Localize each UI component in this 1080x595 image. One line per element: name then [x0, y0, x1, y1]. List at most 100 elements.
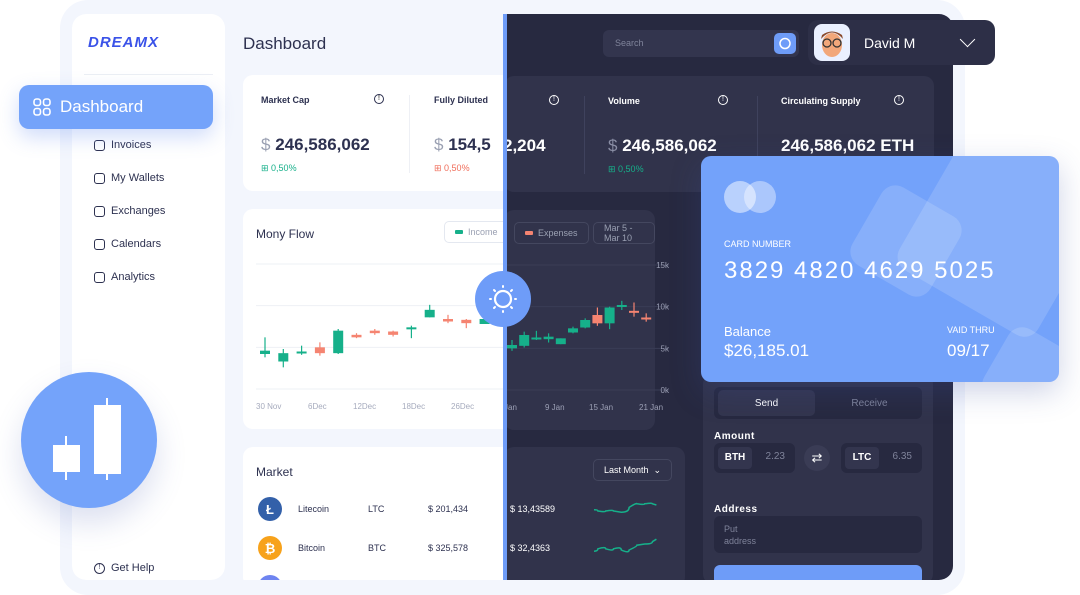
- candle-body: [519, 335, 530, 346]
- market-title: Market: [256, 465, 293, 479]
- expenses-swatch: [525, 231, 533, 235]
- valid-thru-label: VAID THRU: [947, 325, 995, 335]
- info-icon[interactable]: !: [718, 95, 728, 105]
- candle-body: [351, 334, 362, 338]
- sidebar-item-invoices[interactable]: Invoices: [94, 139, 151, 151]
- amount-label: Amount: [714, 431, 755, 442]
- balance-value: $26,185.01: [724, 341, 810, 360]
- sun-icon: [489, 285, 517, 313]
- candle-body: [296, 351, 307, 354]
- get-help-link[interactable]: ! Get Help: [94, 562, 154, 574]
- date-range-label: Mar 5 - Mar 10: [604, 223, 633, 243]
- market-row[interactable]: ₿ Bitcoin BTC $ 325,578: [258, 536, 468, 560]
- legend-expenses-button[interactable]: Expenses: [514, 222, 589, 244]
- sidebar-item-my-wallets[interactable]: My Wallets: [94, 172, 164, 184]
- stat-label: Volume: [608, 96, 640, 106]
- candle-body: [278, 353, 289, 362]
- sidebar-divider: [84, 74, 213, 75]
- candle-body: [333, 330, 344, 354]
- coin-volume: $ 32,4363: [510, 543, 551, 553]
- ethereum-icon: [258, 575, 282, 580]
- search-input[interactable]: Search: [603, 30, 799, 57]
- ticket-icon: [94, 271, 105, 283]
- sidebar-item-exchanges[interactable]: Exchanges: [94, 205, 165, 217]
- coin-price: $ 325,578: [428, 543, 469, 553]
- candle-body: [580, 320, 591, 328]
- candle-body: [543, 336, 554, 340]
- currency-symbol: $: [608, 136, 618, 155]
- candle-body: [314, 347, 325, 354]
- date-range-button[interactable]: Mar 5 - Mar 10: [593, 222, 655, 244]
- tab-receive[interactable]: Receive: [821, 390, 918, 416]
- send-submit-button[interactable]: [714, 565, 922, 580]
- legend-label: Expenses: [538, 228, 578, 238]
- sidebar-item-label: Calendars: [111, 238, 162, 250]
- income-swatch: [455, 230, 463, 234]
- candlestick-icon: [53, 398, 121, 480]
- coin-name: Litecoin: [298, 504, 330, 514]
- coin-volume: $ 13,43589: [510, 504, 556, 514]
- sparkline-litecoin: [593, 502, 657, 513]
- credit-card[interactable]: CARD NUMBER 3829 4820 4629 5025 Balance …: [701, 156, 1059, 382]
- stat-value: 246,586,062 ETH: [781, 136, 915, 155]
- info-icon[interactable]: !: [374, 94, 384, 104]
- chevron-down-icon[interactable]: [959, 31, 976, 48]
- swap-icon[interactable]: ⇄: [804, 445, 830, 471]
- search-icon: [779, 37, 791, 50]
- candle-body: [260, 350, 270, 354]
- from-amount-input[interactable]: BTH 2.23: [714, 443, 795, 473]
- sidebar-item-label: Exchanges: [111, 205, 166, 217]
- bitcoin-icon: ₿: [258, 536, 282, 560]
- tab-send[interactable]: Send: [718, 390, 815, 416]
- search-button[interactable]: [774, 33, 796, 54]
- coin-price: $ 201,434: [428, 504, 469, 514]
- candle-body: [604, 307, 615, 324]
- transfer-card: Send Receive Amount BTH 2.23 ⇄ LTC 6.35 Ad…: [703, 374, 933, 580]
- stat-number: 154,5: [448, 135, 491, 154]
- coin-symbol: LTC: [368, 504, 385, 514]
- candle-body: [461, 319, 472, 324]
- sidebar-item-label: My Wallets: [111, 172, 165, 184]
- stat-change: ⊞ 0,50%: [608, 164, 644, 174]
- valid-thru-value: 09/17: [947, 341, 990, 360]
- currency-code: BTH: [718, 447, 752, 469]
- sidebar-item-label: Invoices: [111, 139, 152, 151]
- money-flow-chart-dark: Jan 9 Jan 15 Jan 21 Jan15k10k5k0k: [504, 261, 670, 412]
- address-input[interactable]: Put address: [714, 516, 922, 553]
- logo: DREAMX: [88, 34, 160, 51]
- market-row[interactable]: Ł Litecoin LTC $ 201,434: [258, 497, 468, 521]
- candle-body: [424, 309, 435, 318]
- sidebar-item-calendars[interactable]: Calendars: [94, 238, 161, 250]
- address-label: Address: [714, 504, 758, 515]
- period-dropdown[interactable]: Last Month ⌄: [593, 459, 673, 481]
- address-placeholder: Put address: [724, 524, 757, 546]
- card-brand-icon: [724, 181, 776, 213]
- coin-name: Bitcoin: [298, 543, 326, 553]
- candle-body: [443, 319, 453, 322]
- stat-market-cap: Market Cap ! $ 246,586,062 ⊞ 0,50%: [243, 75, 403, 191]
- market-card: Market Ł Litecoin LTC $ 201,434 ₿ Bitcoi…: [243, 447, 504, 580]
- sidebar-item-dashboard[interactable]: Dashboard: [19, 85, 213, 129]
- candle-body: [592, 315, 603, 324]
- y-tick-label: 10k: [656, 303, 670, 312]
- to-amount-input[interactable]: LTC 6.35: [841, 443, 922, 473]
- stat-label: Fully Diluted: [434, 95, 488, 105]
- legend-label: Income: [468, 227, 498, 237]
- stat-label: Market Cap: [261, 95, 310, 105]
- theme-toggle-button[interactable]: [475, 271, 531, 327]
- y-tick-label: 5k: [661, 344, 670, 353]
- x-tick-label: 30 Nov: [256, 402, 281, 411]
- x-tick-label: 6Dec: [308, 402, 327, 411]
- sidebar-item-label: Dashboard: [60, 97, 144, 116]
- stats-card: Market Cap ! $ 246,586,062 ⊞ 0,50% Fully…: [243, 75, 504, 191]
- stat-change-value: 0,50%: [271, 163, 297, 173]
- info-icon[interactable]: !: [894, 95, 904, 105]
- avatar-face-icon: [821, 31, 843, 57]
- grid-icon: [33, 98, 51, 116]
- legend-income-button[interactable]: Income: [444, 221, 504, 243]
- sparkline: [593, 502, 657, 513]
- user-menu[interactable]: David M: [808, 20, 995, 65]
- sidebar-item-analytics[interactable]: Analytics: [94, 271, 155, 283]
- x-tick-label: 18Dec: [402, 402, 425, 411]
- info-icon[interactable]: !: [549, 95, 559, 105]
